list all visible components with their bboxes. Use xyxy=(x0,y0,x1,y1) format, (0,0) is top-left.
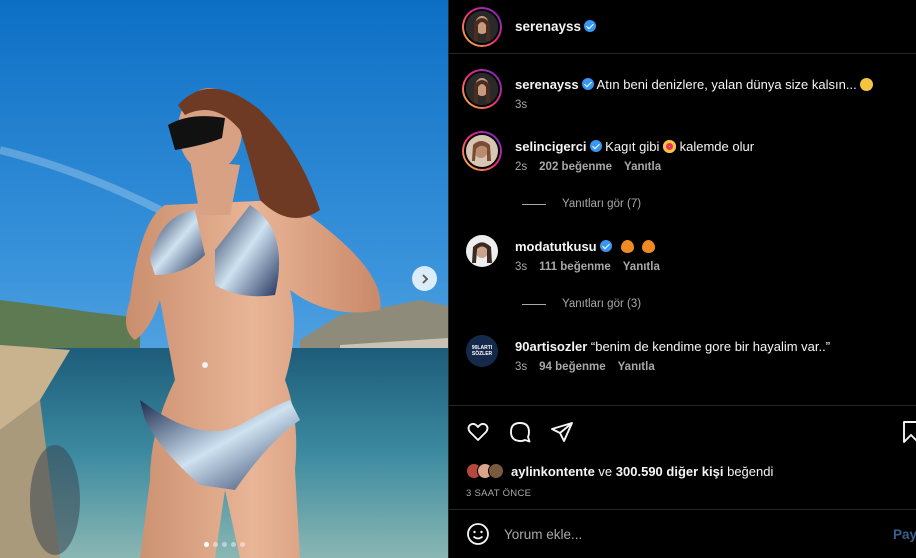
reply-button[interactable]: Yanıtla xyxy=(623,261,660,273)
caption: serenayss Atın beni denizlere, yalan dün… xyxy=(462,69,874,111)
author-username[interactable]: serenayss xyxy=(515,19,597,34)
verified-badge-icon xyxy=(584,20,597,32)
commenter-avatar[interactable] xyxy=(466,235,498,267)
comment-item: modatutkusu 3s 111 beğenme Yanıtla xyxy=(462,231,660,273)
carousel-dot xyxy=(203,542,209,547)
comments-list: serenayss Atın beni denizlere, yalan dün… xyxy=(449,55,916,405)
commenter-avatar[interactable] xyxy=(462,69,502,109)
comment-likes[interactable]: 111 beğenme xyxy=(539,261,611,273)
fire-icon xyxy=(621,240,635,253)
comment-username[interactable]: modatutkusu xyxy=(515,239,597,254)
comment-username[interactable]: 90artisozler xyxy=(515,339,587,354)
post-header: serenayss xyxy=(449,0,916,54)
liker-username[interactable]: aylinkontente xyxy=(511,464,595,479)
commenter-avatar[interactable] xyxy=(462,131,502,171)
comment-input[interactable] xyxy=(504,526,844,542)
smiley-icon[interactable] xyxy=(466,522,490,546)
post-actions: aylinkontente ve 300.590 diğer kişi beğe… xyxy=(449,405,916,509)
liker-avatars xyxy=(466,463,504,479)
verified-badge-icon xyxy=(599,240,612,252)
likes-summary[interactable]: aylinkontente ve 300.590 diğer kişi beğe… xyxy=(466,463,773,479)
view-replies-button[interactable]: Yanıtları gör (3) xyxy=(522,298,641,310)
grinning-face-icon xyxy=(860,78,874,91)
comment-likes[interactable]: 94 beğenme xyxy=(539,361,605,373)
avatar xyxy=(488,463,504,479)
comment-text: Kagıt gibi xyxy=(605,139,660,154)
carousel-dot xyxy=(212,542,218,547)
verified-badge-icon xyxy=(589,140,602,152)
bookmark-icon[interactable] xyxy=(899,420,916,444)
next-slide-button[interactable] xyxy=(412,266,437,291)
likes-suffix: beğendi xyxy=(727,463,774,479)
comment-likes[interactable]: 202 beğenme xyxy=(539,161,612,173)
post-media[interactable] xyxy=(0,0,448,558)
post-photo xyxy=(0,0,448,558)
comment-time: 3s xyxy=(515,261,528,273)
share-icon[interactable] xyxy=(550,420,574,444)
carousel-dot xyxy=(230,542,236,547)
reply-button[interactable]: Yanıtla xyxy=(624,161,661,173)
comment-username[interactable]: selincigerci xyxy=(515,139,587,154)
post-comment-button[interactable]: Paylaş xyxy=(893,527,916,542)
carousel-dot xyxy=(221,542,227,547)
chevron-right-icon xyxy=(421,273,428,284)
comment-box: Paylaş xyxy=(449,509,916,558)
carousel-indicators xyxy=(0,542,448,547)
comment-username[interactable]: serenayss xyxy=(515,77,579,92)
commenter-avatar[interactable]: 90LARTI SÖZLER xyxy=(466,335,498,367)
comment-time: 2s xyxy=(515,161,528,173)
post-details-panel: serenayss serenayss Atın beni denizlere,… xyxy=(448,0,916,558)
comment-item: 90LARTI SÖZLER 90artisozler “benim de ke… xyxy=(462,331,830,373)
comment-item: selincigerci Kagıt gibi kalemde olur 2s … xyxy=(462,131,754,173)
verified-badge-icon xyxy=(581,78,594,90)
comment-text: kalemde olur xyxy=(679,139,755,154)
comment-time: 3s xyxy=(515,99,528,111)
comment-icon[interactable] xyxy=(508,420,532,444)
carousel-dot xyxy=(239,542,245,547)
comment-time: 3s xyxy=(515,361,528,373)
likes-connector: ve xyxy=(598,463,613,479)
heart-icon[interactable] xyxy=(466,420,490,444)
post-timestamp: 3 SAAT ÖNCE xyxy=(466,488,532,499)
comment-text: “benim de kendime gore bir hayalim var..… xyxy=(590,339,831,354)
comment-text: Atın beni denizlere, yalan dünya size ka… xyxy=(596,77,857,92)
heart-eyes-icon xyxy=(663,140,676,153)
likes-count[interactable]: 300.590 diğer kişi xyxy=(616,464,724,479)
reply-button[interactable]: Yanıtla xyxy=(618,361,655,373)
view-replies-button[interactable]: Yanıtları gör (7) xyxy=(522,198,641,210)
author-avatar[interactable] xyxy=(462,6,502,47)
fire-icon xyxy=(641,240,655,253)
